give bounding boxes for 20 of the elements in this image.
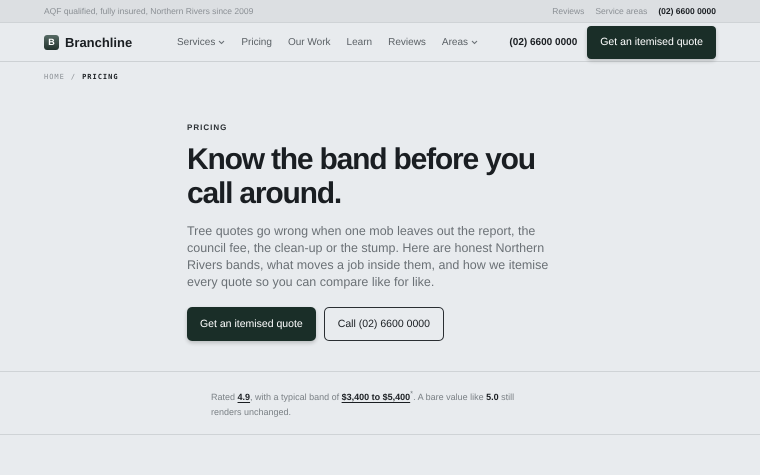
quote-button[interactable]: Get an itemised quote	[587, 26, 716, 58]
nav-link[interactable]: Our Work	[288, 36, 331, 48]
tagline: AQF qualified, fully insured, Northern Rivers since 2009	[44, 6, 254, 16]
nav-link[interactable]: Pricing	[241, 36, 272, 48]
brand-name[interactable]: Branchline	[65, 34, 132, 50]
call-button[interactable]: Call (02) 6600 0000	[324, 307, 444, 341]
phone-link[interactable]: (02) 6600 0000	[658, 6, 716, 16]
chevron-down-icon	[218, 40, 226, 44]
phone-link[interactable]: (02) 6600 0000	[509, 36, 578, 48]
logo-icon[interactable]: B	[44, 34, 59, 50]
nav-link[interactable]: Areas	[442, 36, 478, 48]
nav-link[interactable]: Learn	[346, 36, 372, 48]
lead-paragraph: Tree quotes go wrong when one mob leaves out the report, the council fee, the clean-up or the stump. Here are honest Northern Rivers bands, what moves a job inside them, and how we itemise every quote so you can compare like for like.	[187, 223, 550, 291]
rating-note: Rated 4.9, with a typical band of $3,400 to $5,400$^{*}$. A bare value like 5.0 still renders unchanged.	[211, 388, 516, 419]
quote-button[interactable]: Get an itemised quote	[187, 307, 316, 341]
nav-link[interactable]: Services	[177, 36, 226, 48]
nav-link[interactable]: Reviews	[388, 36, 426, 48]
eyebrow-label: PRICING	[187, 123, 228, 132]
page-heading: Know the band before you call around.	[187, 143, 536, 211]
chevron-down-icon	[471, 40, 478, 44]
